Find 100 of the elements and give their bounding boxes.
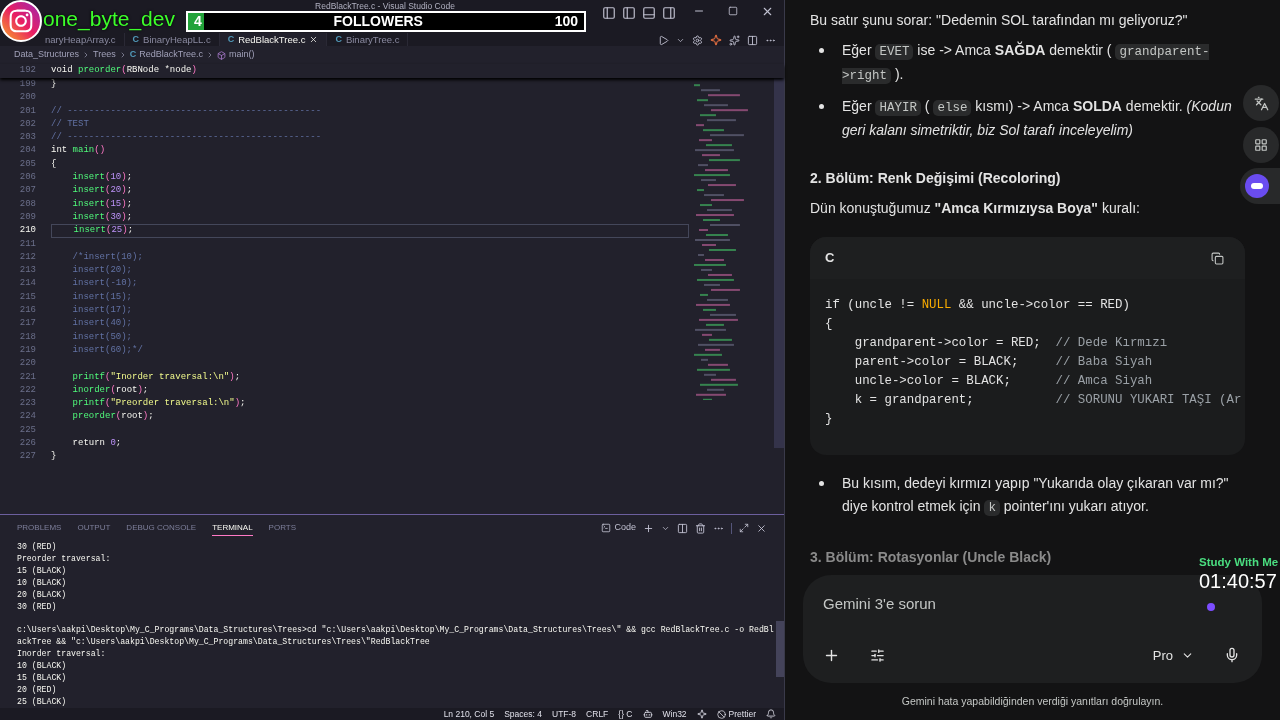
timer: 01:40:57 xyxy=(1199,570,1278,592)
terminal-line: 25 (BLACK) xyxy=(17,695,67,708)
split-terminal-icon[interactable] xyxy=(677,522,688,534)
editor-tab[interactable]: C BinaryTree.c xyxy=(327,33,409,46)
translate-button[interactable] xyxy=(1243,85,1279,121)
line-number: 211 xyxy=(18,237,36,251)
code-line: { xyxy=(51,157,57,171)
code-line: insert(30); xyxy=(71,210,133,224)
bullet-icon xyxy=(819,481,824,486)
line-number: 214 xyxy=(18,277,36,291)
code-line: insert(17); xyxy=(71,304,132,318)
breadcrumb-item[interactable]: main() xyxy=(228,48,255,62)
grid-icon[interactable] xyxy=(1254,138,1268,152)
status-item[interactable]: Win32 xyxy=(662,707,687,720)
command-center[interactable]: RedBlackTree.c - Visual Studio Code xyxy=(275,1,495,11)
new-terminal-icon[interactable] xyxy=(643,522,654,534)
close-panel-icon[interactable] xyxy=(756,522,767,534)
breadcrumb-item[interactable]: C RedBlackTree.c xyxy=(129,48,203,62)
cube-icon xyxy=(216,50,226,60)
translate-icon[interactable] xyxy=(1253,95,1269,111)
line-number: 213 xyxy=(18,264,36,278)
extension-button[interactable] xyxy=(1240,168,1280,204)
status-item[interactable]: Spaces: 4 xyxy=(504,707,542,720)
apps-button[interactable] xyxy=(1243,127,1279,163)
breadcrumb-item[interactable]: Trees xyxy=(93,48,116,62)
editor-tab[interactable]: C BinaryHeapLL.c xyxy=(124,33,220,46)
sidebar-toggle-icon[interactable] xyxy=(622,6,636,20)
code-line: insert(50); xyxy=(71,330,132,344)
run-icon[interactable] xyxy=(658,34,669,46)
line-number: 200 xyxy=(18,91,36,105)
section-heading: 3. Bölüm: Rotasyonlar (Uncle Black) xyxy=(810,548,1052,565)
code-line: int main() xyxy=(51,144,106,158)
paragraph: Dün konuştuğumuz "Amca Kırmızıysa Boya" kuralı: xyxy=(810,199,1141,218)
follower-goal: 100 xyxy=(554,13,578,30)
trash-icon[interactable] xyxy=(695,522,706,534)
status-item[interactable]: Ln 210, Col 5 xyxy=(443,707,495,720)
settings-icon[interactable] xyxy=(692,34,703,46)
line-number: 215 xyxy=(18,290,36,304)
status-item[interactable]: CRLF xyxy=(586,707,609,720)
panel-tab[interactable]: PROBLEMS xyxy=(17,520,62,536)
scrollbar[interactable] xyxy=(776,621,784,677)
code-line: void preorder(RBNode *node) xyxy=(51,64,197,78)
close-icon[interactable] xyxy=(309,34,319,44)
code-line: } xyxy=(51,78,57,91)
maximize-panel-icon[interactable] xyxy=(739,523,749,533)
code-line: } xyxy=(825,411,833,428)
maximize-icon[interactable] xyxy=(728,6,738,16)
line-number: 192 xyxy=(18,64,36,78)
code-line: insert(15); xyxy=(71,197,133,211)
panel-toggle-icon[interactable] xyxy=(642,6,656,20)
code-line: insert(15); xyxy=(71,290,132,304)
code-line: k = grandparent; // SORUNU YUKARI TAŞI (Ar xyxy=(853,392,1242,409)
editor-tab[interactable]: C RedBlackTree.c xyxy=(219,33,328,46)
tools-icon[interactable] xyxy=(870,647,885,663)
channel-handle: one_byte_dev xyxy=(43,7,175,31)
scrollbar[interactable] xyxy=(774,78,784,448)
sparkle-icon[interactable] xyxy=(710,34,722,46)
layout-icon[interactable] xyxy=(602,6,616,20)
model-picker[interactable]: Pro xyxy=(1152,645,1194,665)
line-number: 227 xyxy=(18,450,36,464)
panel-tab[interactable]: TERMINAL xyxy=(212,520,253,536)
terminal-line: 30 (RED) xyxy=(17,541,57,553)
line-number: 226 xyxy=(18,437,36,450)
breadcrumb-item[interactable]: Data_Structures xyxy=(14,48,80,62)
line-number: 219 xyxy=(18,343,36,357)
line-number: 203 xyxy=(18,131,36,145)
terminal-icon[interactable] xyxy=(601,523,612,533)
terminal-line: Inorder traversal: xyxy=(17,648,106,661)
code-line: insert(20); xyxy=(71,184,133,198)
ban-icon xyxy=(716,709,726,719)
notifications-icon[interactable] xyxy=(766,709,776,719)
paragraph: Bu satır şunu sorar: "Dedemin SOL tarafından mı geliyoruz?" xyxy=(810,11,1189,30)
code-line: // ----------------------------------------------- xyxy=(51,131,322,145)
line-number: 223 xyxy=(18,397,36,411)
prompt-field[interactable]: Gemini 3'e sorun xyxy=(823,593,1183,616)
section-heading: 2. Bölüm: Renk Değişimi (Recoloring) xyxy=(810,169,1061,188)
microphone-icon[interactable] xyxy=(1224,647,1240,664)
secondary-sidebar-icon[interactable] xyxy=(662,6,676,20)
line-number: 207 xyxy=(18,184,36,198)
status-item[interactable]: {} C xyxy=(618,707,633,720)
line-number: 204 xyxy=(18,144,36,158)
line-number: 199 xyxy=(18,78,36,91)
editor-tab[interactable]: naryHeapArray.c xyxy=(43,33,125,46)
copy-icon[interactable] xyxy=(1211,251,1224,265)
status-item[interactable]: Prettier xyxy=(716,707,756,720)
sparkles-icon[interactable] xyxy=(729,34,740,46)
terminal-profile[interactable]: Code xyxy=(601,521,636,535)
extension-icon xyxy=(1245,174,1269,198)
split-editor-icon[interactable] xyxy=(747,34,758,46)
followers-label: FOLLOWERS xyxy=(333,13,423,30)
terminal-line: Preorder traversal: xyxy=(17,552,111,565)
terminal-line: 15 (BLACK) xyxy=(17,671,67,684)
panel-tab[interactable]: OUTPUT xyxy=(77,520,111,536)
bullet-icon xyxy=(819,104,824,109)
code-line: // ----------------------------------------------- xyxy=(51,104,322,118)
status-item[interactable]: UTF-8 xyxy=(552,707,577,720)
panel-tab[interactable]: DEBUG CONSOLE xyxy=(126,520,197,536)
panel-tab[interactable]: PORTS xyxy=(268,520,297,536)
line-number: 201 xyxy=(18,104,36,118)
code-line: uncle->color = BLACK; // Amca Siyah xyxy=(853,373,1153,390)
